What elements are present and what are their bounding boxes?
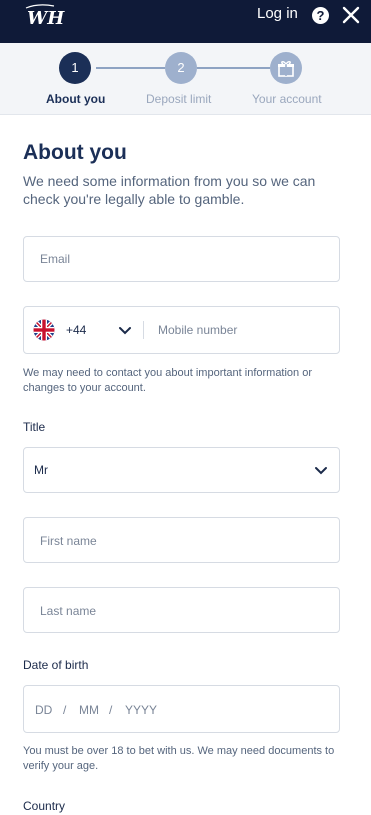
chevron-down-icon [315,467,327,475]
uk-flag-icon [33,319,55,341]
dob-year-input[interactable]: YYYY [125,703,157,717]
mobile-number-input[interactable]: Mobile number [158,323,237,337]
last-name-placeholder: Last name [40,604,97,618]
step-2-label: Deposit limit [146,92,212,106]
chevron-down-icon[interactable] [118,326,132,336]
email-field[interactable]: Email [23,236,340,282]
country-code[interactable]: +44 [66,323,86,337]
dob-month-input[interactable]: MM [79,703,99,717]
help-icon[interactable]: ? [312,7,329,24]
dob-separator: / [109,703,113,717]
william-hill-logo[interactable]: WH [24,2,66,28]
dob-day-input[interactable]: DD [35,703,52,717]
step-1-circle: 1 [59,52,91,84]
login-link[interactable]: Log in [257,5,298,22]
phone-field[interactable]: +44 Mobile number [23,306,340,354]
gift-icon [278,61,294,77]
email-placeholder: Email [40,252,71,266]
title-select[interactable]: Mr [23,447,340,493]
top-bar: WH Log in ? [0,0,371,43]
last-name-field[interactable]: Last name [23,587,340,633]
dob-field: DD / MM / YYYY [23,685,340,733]
step-3-circle [270,52,302,84]
svg-text:WH: WH [27,8,65,28]
page-title: About you [23,141,127,164]
close-icon[interactable] [341,5,361,25]
intro-text: We need some information from you so we … [23,173,316,207]
step-connector [96,67,165,69]
dob-helper-text: You must be over 18 to bet with us. We m… [23,745,335,772]
phone-helper-text: We may need to contact you about importa… [23,367,313,394]
title-label: Title [23,420,46,434]
step-3-label: Your account [252,92,322,106]
first-name-field[interactable]: First name [23,517,340,563]
country-label: Country [23,799,66,813]
dob-label: Date of birth [23,658,89,672]
divider [143,321,144,339]
dob-separator: / [63,703,67,717]
step-2-circle: 2 [165,52,197,84]
step-connector [197,67,270,69]
first-name-placeholder: First name [40,534,97,548]
title-selected-value: Mr [34,463,48,477]
step-1-label: About you [46,92,106,106]
